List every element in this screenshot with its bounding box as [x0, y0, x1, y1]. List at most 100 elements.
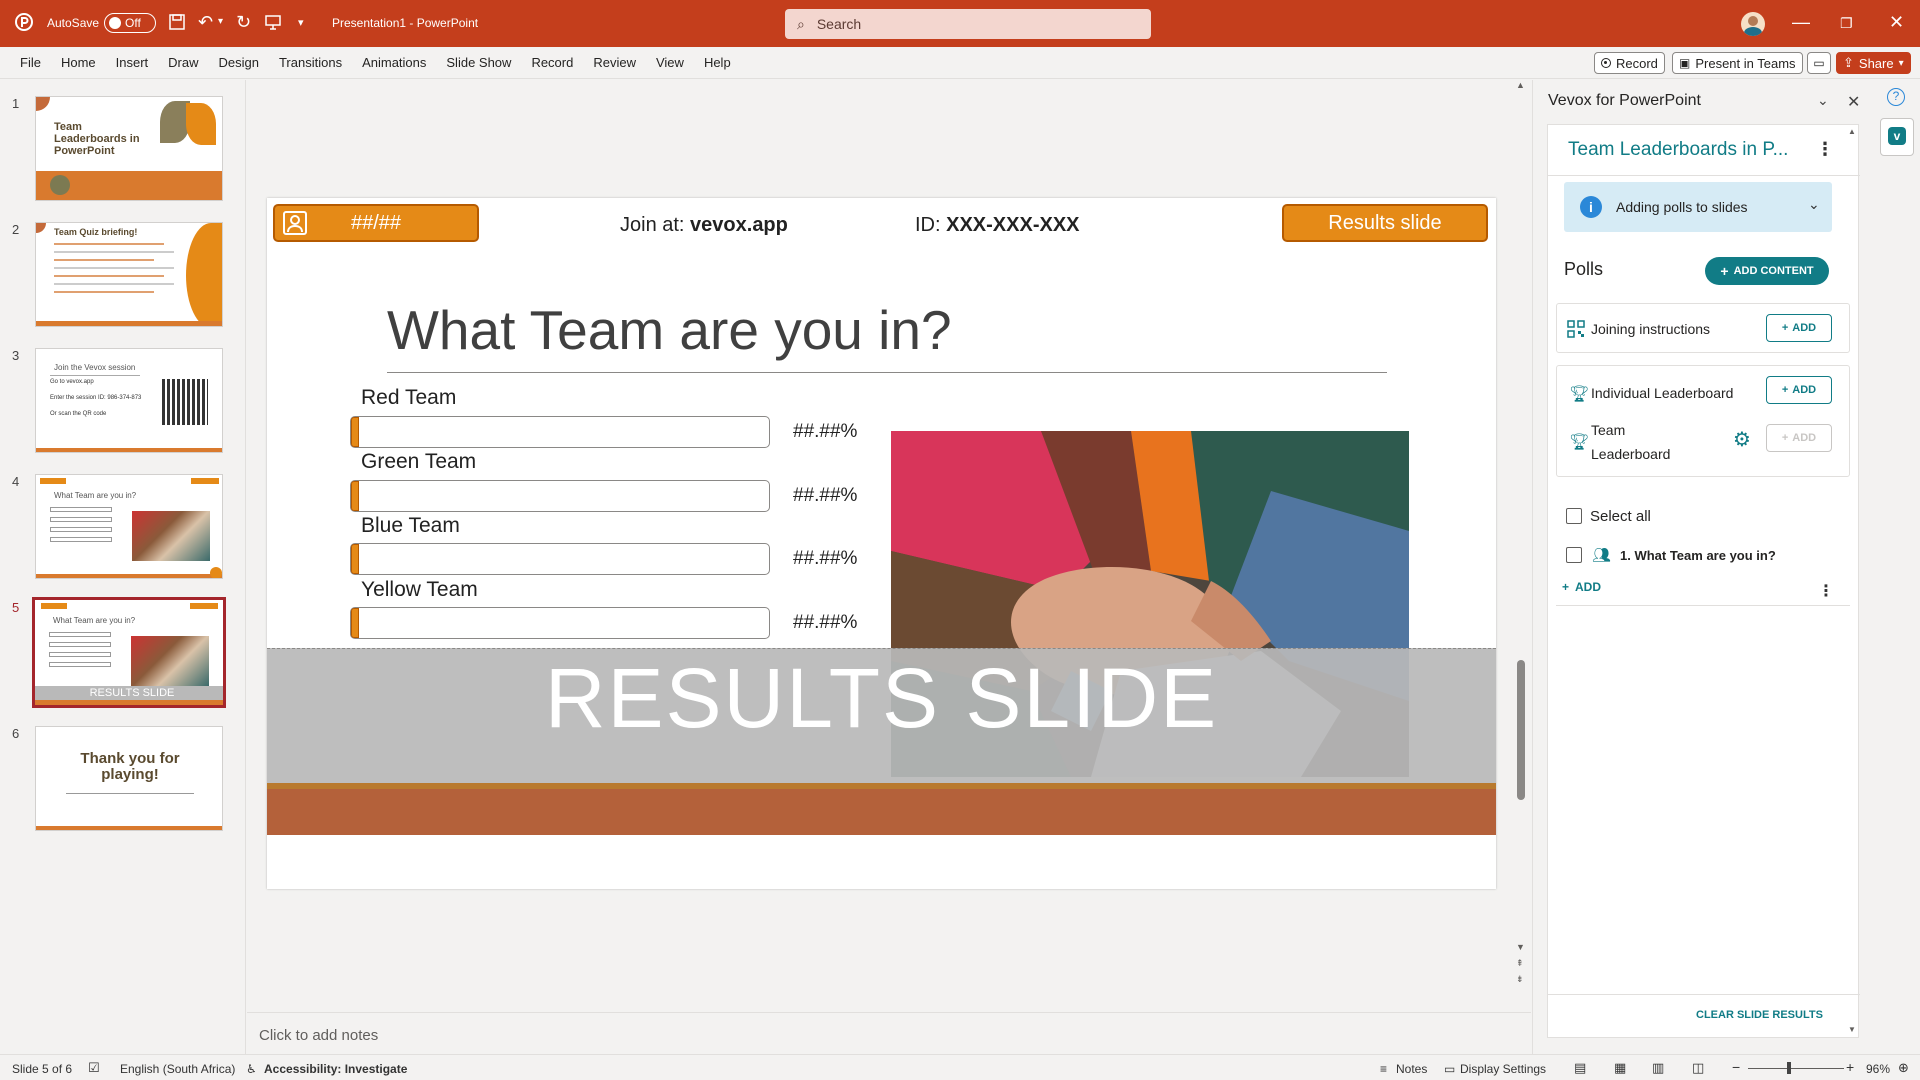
session-id: ID: XXX-XXX-XXX [915, 214, 1080, 237]
add-joining-instructions-button[interactable]: + ADD [1766, 314, 1832, 342]
notes-button[interactable]: Notes [1396, 1062, 1427, 1076]
language-label[interactable]: English (South Africa) [120, 1062, 235, 1076]
restore-icon[interactable]: ❐ [1840, 15, 1853, 32]
thumb-5-title: What Team are you in? [53, 616, 136, 625]
tab-record[interactable]: Record [521, 55, 583, 70]
undo-icon[interactable]: ↶ [198, 12, 213, 33]
response-counter-box: ##/## [273, 204, 479, 242]
zoom-level[interactable]: 96% [1866, 1062, 1890, 1076]
display-settings-icon[interactable]: ▭ [1444, 1062, 1455, 1076]
tab-file[interactable]: File [10, 55, 51, 70]
notes-icon[interactable]: ≡ [1380, 1062, 1387, 1076]
zoom-out-icon[interactable]: − [1732, 1059, 1740, 1075]
option-percent: ##.##% [793, 612, 858, 633]
thumb-6-title: Thank you for playing! [80, 750, 180, 783]
thumbnail-slide-1[interactable]: Team Leaderboards in PowerPoint [35, 96, 223, 201]
add-content-button[interactable]: + ADD CONTENT [1705, 257, 1829, 285]
notes-pane[interactable]: Click to add notes [247, 1012, 1531, 1054]
undo-dropdown-icon[interactable]: ▾ [218, 16, 223, 27]
autosave-toggle[interactable]: Off [104, 13, 156, 33]
fit-to-window-icon[interactable]: ⊕ [1898, 1060, 1909, 1076]
search-box[interactable]: ⌕ Search [785, 9, 1151, 39]
thumb-5-overlay: RESULTS SLIDE [35, 686, 223, 700]
select-all-checkbox[interactable] [1566, 508, 1582, 524]
add-team-leaderboard-button[interactable]: + ADD [1766, 424, 1832, 452]
thumbnail-slide-2[interactable]: Team Quiz briefing! [35, 222, 223, 327]
tab-animations[interactable]: Animations [352, 55, 436, 70]
chevron-down-icon: ⌄ [1808, 196, 1820, 212]
tab-draw[interactable]: Draw [158, 55, 208, 70]
option-label: Red Team [361, 386, 457, 409]
info-banner[interactable]: i Adding polls to slides ⌄ [1564, 182, 1832, 232]
tab-transitions[interactable]: Transitions [269, 55, 352, 70]
thumbnail-slide-4[interactable]: What Team are you in? [35, 474, 223, 579]
pane-scroll-up-icon[interactable]: ▲ [1848, 127, 1856, 136]
clear-slide-results-button[interactable]: CLEAR SLIDE RESULTS [1696, 1009, 1823, 1021]
spelling-icon[interactable]: ☑ [88, 1060, 100, 1076]
save-icon[interactable] [168, 13, 186, 36]
team-leaderboard-label-2: Leaderboard [1591, 446, 1671, 462]
thumbnail-slide-6[interactable]: Thank you for playing! [35, 726, 223, 831]
pane-scroll-down-icon[interactable]: ▼ [1848, 1025, 1856, 1034]
normal-view-icon[interactable]: ▤ [1574, 1060, 1586, 1076]
scroll-down-icon[interactable]: ▼ [1516, 942, 1525, 952]
scroll-thumb[interactable] [1517, 660, 1525, 800]
more-options-icon[interactable]: ⋮ [1816, 139, 1834, 160]
id-prefix: ID: [915, 214, 947, 236]
record-button[interactable]: Record [1594, 52, 1665, 74]
previous-slide-icon[interactable]: ⇞ [1516, 958, 1524, 969]
thumb-number: 4 [12, 474, 20, 489]
slide-canvas[interactable]: ##/## Join at: vevox.app ID: XXX-XXX-XXX… [267, 198, 1496, 889]
pane-collapse-icon[interactable]: ⌄ [1817, 92, 1829, 109]
add-individual-leaderboard-button[interactable]: + ADD [1766, 376, 1832, 404]
thumbnail-slide-5[interactable]: What Team are you in? RESULTS SLIDE [32, 597, 226, 708]
customize-toolbar-icon[interactable]: ▾ [298, 16, 304, 29]
tab-design[interactable]: Design [209, 55, 269, 70]
poll-more-icon[interactable]: ⋮ [1818, 581, 1834, 601]
scroll-up-icon[interactable]: ▲ [1516, 80, 1525, 90]
info-label: Adding polls to slides [1616, 199, 1748, 215]
option-percent: ##.##% [793, 548, 858, 569]
results-slide-button[interactable]: Results slide [1282, 204, 1488, 242]
tab-view[interactable]: View [646, 55, 694, 70]
slide-show-icon[interactable]: ◫ [1692, 1060, 1704, 1076]
comments-button[interactable]: ▭ [1807, 52, 1831, 74]
thumb-3-line: Enter the session ID: 986-374-873 [50, 395, 142, 401]
tab-slide-show[interactable]: Slide Show [436, 55, 521, 70]
tab-home[interactable]: Home [51, 55, 106, 70]
accessibility-label[interactable]: Accessibility: Investigate [264, 1062, 407, 1076]
editor-scrollbar[interactable]: ▲ ▼ ⇞ ⇟ [1511, 80, 1531, 1012]
redo-icon[interactable]: ↻ [236, 12, 251, 33]
poll-item-checkbox[interactable] [1566, 547, 1582, 563]
tab-insert[interactable]: Insert [106, 55, 159, 70]
help-icon[interactable]: ? [1887, 88, 1905, 106]
slide-sorter-icon[interactable]: ▦ [1614, 1060, 1626, 1076]
pane-close-icon[interactable]: ✕ [1847, 92, 1860, 112]
close-window-icon[interactable]: ✕ [1889, 12, 1904, 33]
zoom-slider[interactable] [1748, 1068, 1844, 1069]
thumbnail-slide-3[interactable]: Join the Vevox session Go to vevox.app E… [35, 348, 223, 453]
zoom-in-icon[interactable]: + [1846, 1059, 1854, 1075]
user-avatar[interactable] [1741, 12, 1765, 36]
reading-view-icon[interactable]: ▥ [1652, 1060, 1664, 1076]
tab-help[interactable]: Help [694, 55, 741, 70]
autosave-label: AutoSave [47, 16, 100, 30]
add-poll-button[interactable]: + ADD [1562, 580, 1601, 594]
present-in-teams-button[interactable]: ▣ Present in Teams [1672, 52, 1803, 74]
share-button[interactable]: ⇪ Share ▾ [1836, 52, 1911, 74]
zoom-slider-thumb[interactable] [1787, 1062, 1791, 1074]
option-bar [350, 543, 770, 575]
vevox-addin-icon[interactable]: v [1880, 118, 1914, 156]
gear-icon[interactable]: ⚙ [1733, 427, 1751, 452]
tab-review[interactable]: Review [583, 55, 646, 70]
option-bar [350, 480, 770, 512]
start-from-beginning-icon[interactable] [264, 13, 282, 36]
next-slide-icon[interactable]: ⇟ [1516, 974, 1524, 985]
minimize-icon[interactable]: — [1792, 12, 1810, 33]
thumb-number: 6 [12, 726, 20, 741]
option-bar-fill [351, 608, 359, 638]
display-settings-button[interactable]: Display Settings [1460, 1062, 1546, 1076]
plus-icon: + [1781, 322, 1789, 334]
accessibility-icon[interactable]: ♿︎ [246, 1062, 257, 1076]
status-bar: Slide 5 of 6 ☑ English (South Africa) ♿︎… [0, 1054, 1920, 1080]
